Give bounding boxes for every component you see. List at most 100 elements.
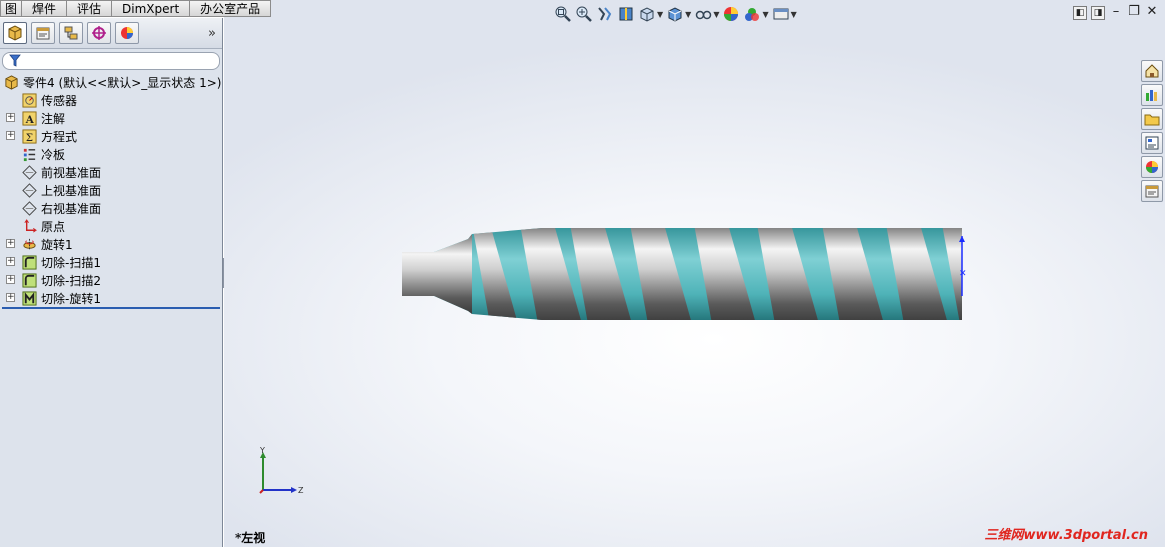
triad-y-label: Y <box>259 446 265 455</box>
tree-item-label: 切除-旋转1 <box>41 291 101 306</box>
section-view-button[interactable] <box>617 4 635 24</box>
tree-item-cut-revolve1[interactable]: + 切除-旋转1 <box>0 289 222 307</box>
property-manager-icon <box>36 27 50 40</box>
tree-item-origin[interactable]: 原点 <box>0 217 222 235</box>
tab-dimxpert[interactable]: DimXpert <box>112 0 191 17</box>
expand-pane-button[interactable]: » <box>208 26 216 41</box>
tree-item-equations[interactable]: + Σ 方程式 <box>0 127 222 145</box>
view-orientation-button[interactable]: ▼ <box>638 4 663 24</box>
feature-manager-tab[interactable] <box>3 22 27 44</box>
tree-item-cut-sweep1[interactable]: + 切除-扫描1 <box>0 253 222 271</box>
property-manager-tab[interactable] <box>31 22 55 44</box>
plane-icon <box>21 200 37 216</box>
reference-triad: Y Z <box>259 446 304 495</box>
revolve-icon <box>21 236 37 252</box>
tree-item-revolve1[interactable]: + 旋转1 <box>0 235 222 253</box>
plane-icon <box>21 164 37 180</box>
tree-root-part[interactable]: 零件4 (默认<<默认>_显示状态 1>) <box>0 73 222 91</box>
tab-evaluate[interactable]: 评估 <box>67 0 113 17</box>
expand-toggle[interactable]: + <box>6 239 15 248</box>
hide-show-items-icon <box>696 10 712 20</box>
origin-icon <box>21 218 37 234</box>
material-icon <box>21 146 37 162</box>
model-body <box>402 228 962 320</box>
chevron-down-icon: ▼ <box>713 9 720 19</box>
zoom-to-area-icon <box>576 6 592 22</box>
sensor-icon <box>21 92 37 108</box>
tab-sketch[interactable]: 图 <box>0 0 23 17</box>
command-manager-tabs: 图 焊件 评估 DimXpert 办公室产品 <box>0 0 272 18</box>
view-palette-icon <box>1145 136 1159 150</box>
tree-item-label: 右视基准面 <box>41 201 102 216</box>
tile-right-button[interactable]: ◨ <box>1091 6 1105 20</box>
expand-toggle[interactable]: + <box>6 131 15 140</box>
minimize-button[interactable]: – <box>1109 5 1123 20</box>
tree-root-label: 零件4 (默认<<默认>_显示状态 1>) <box>23 75 222 90</box>
file-explorer-icon <box>1144 114 1160 126</box>
home-icon <box>1145 64 1159 78</box>
cut-sweep-icon <box>21 272 37 288</box>
display-manager-tab[interactable] <box>115 22 139 44</box>
tree-item-sensors[interactable]: 传感器 <box>0 91 222 109</box>
svg-text:✕: ✕ <box>959 269 967 279</box>
configuration-manager-tab[interactable] <box>59 22 83 44</box>
restore-button[interactable]: ❐ <box>1127 5 1141 20</box>
task-pane-file-explorer-tab[interactable] <box>1141 108 1163 130</box>
tree-item-material[interactable]: 冷板 <box>0 145 222 163</box>
custom-properties-icon <box>1145 185 1159 198</box>
expand-toggle[interactable]: + <box>6 275 15 284</box>
tree-item-label: 切除-扫描2 <box>41 273 101 288</box>
dimxpert-manager-icon <box>92 26 106 40</box>
task-pane-view-palette-tab[interactable] <box>1141 132 1163 154</box>
tree-item-label: 原点 <box>41 219 66 234</box>
display-style-icon <box>668 7 682 22</box>
apply-scene-button[interactable]: ▼ <box>743 4 769 24</box>
display-style-button[interactable]: ▼ <box>666 4 691 24</box>
tree-item-annotations[interactable]: + A 注解 <box>0 109 222 127</box>
edit-appearance-button[interactable] <box>722 4 740 24</box>
cut-revolve-icon <box>21 290 37 306</box>
task-pane-custom-properties-tab[interactable] <box>1141 180 1163 202</box>
view-settings-button[interactable]: ▼ <box>772 4 797 24</box>
view-settings-icon <box>773 8 789 20</box>
annotation-icon: A <box>21 110 37 126</box>
equation-icon: Σ <box>21 128 37 144</box>
section-view-icon <box>619 7 633 21</box>
design-library-icon <box>1146 90 1157 101</box>
tree-item-right-plane[interactable]: 右视基准面 <box>0 199 222 217</box>
chevron-down-icon: ▼ <box>685 9 692 19</box>
expand-toggle[interactable]: + <box>6 257 15 266</box>
tile-left-button[interactable]: ◧ <box>1073 6 1087 20</box>
feature-tree: 零件4 (默认<<默认>_显示状态 1>) 传感器 + A 注解 + Σ 方程式… <box>0 73 222 309</box>
svg-text:Σ: Σ <box>25 132 32 144</box>
expand-toggle[interactable]: + <box>6 113 15 122</box>
feature-manager-icon <box>8 25 22 41</box>
tab-weldments[interactable]: 焊件 <box>22 0 68 17</box>
tree-item-cut-sweep2[interactable]: + 切除-扫描2 <box>0 271 222 289</box>
display-manager-icon <box>121 27 133 39</box>
zoom-to-fit-button[interactable] <box>554 4 572 24</box>
tree-item-front-plane[interactable]: 前视基准面 <box>0 163 222 181</box>
triad-x-label: Z <box>298 486 304 495</box>
rollback-bar[interactable] <box>2 307 220 309</box>
task-pane-tabs <box>1141 60 1165 202</box>
task-pane-appearances-tab[interactable] <box>1141 156 1163 178</box>
screw-shaft-model[interactable]: ✕ <box>402 224 968 324</box>
close-button[interactable]: ✕ <box>1145 5 1159 20</box>
edit-appearance-icon <box>724 7 739 21</box>
task-pane-home-tab[interactable] <box>1141 60 1163 82</box>
zoom-to-area-button[interactable] <box>575 4 593 24</box>
watermark-text: 三维网www.3dportal.cn <box>984 528 1148 543</box>
previous-view-button[interactable] <box>596 4 614 24</box>
expand-toggle[interactable]: + <box>6 293 15 302</box>
tab-office-products[interactable]: 办公室产品 <box>190 0 272 17</box>
dimxpert-manager-tab[interactable] <box>87 22 111 44</box>
tree-item-top-plane[interactable]: 上视基准面 <box>0 181 222 199</box>
graphics-area[interactable]: ▼ ▼ ▼ ▼ ▼ ◧ ◨ – ❐ ✕ ✕ Y Z *左视 三维网www.3dp… <box>224 0 1165 547</box>
document-window-controls: ◧ ◨ – ❐ ✕ <box>1073 5 1159 20</box>
task-pane-design-library-tab[interactable] <box>1141 84 1163 106</box>
hide-show-items-button[interactable]: ▼ <box>694 4 719 24</box>
apply-scene-icon <box>745 8 760 21</box>
previous-view-icon <box>598 7 612 21</box>
tree-filter-input[interactable] <box>2 52 220 70</box>
